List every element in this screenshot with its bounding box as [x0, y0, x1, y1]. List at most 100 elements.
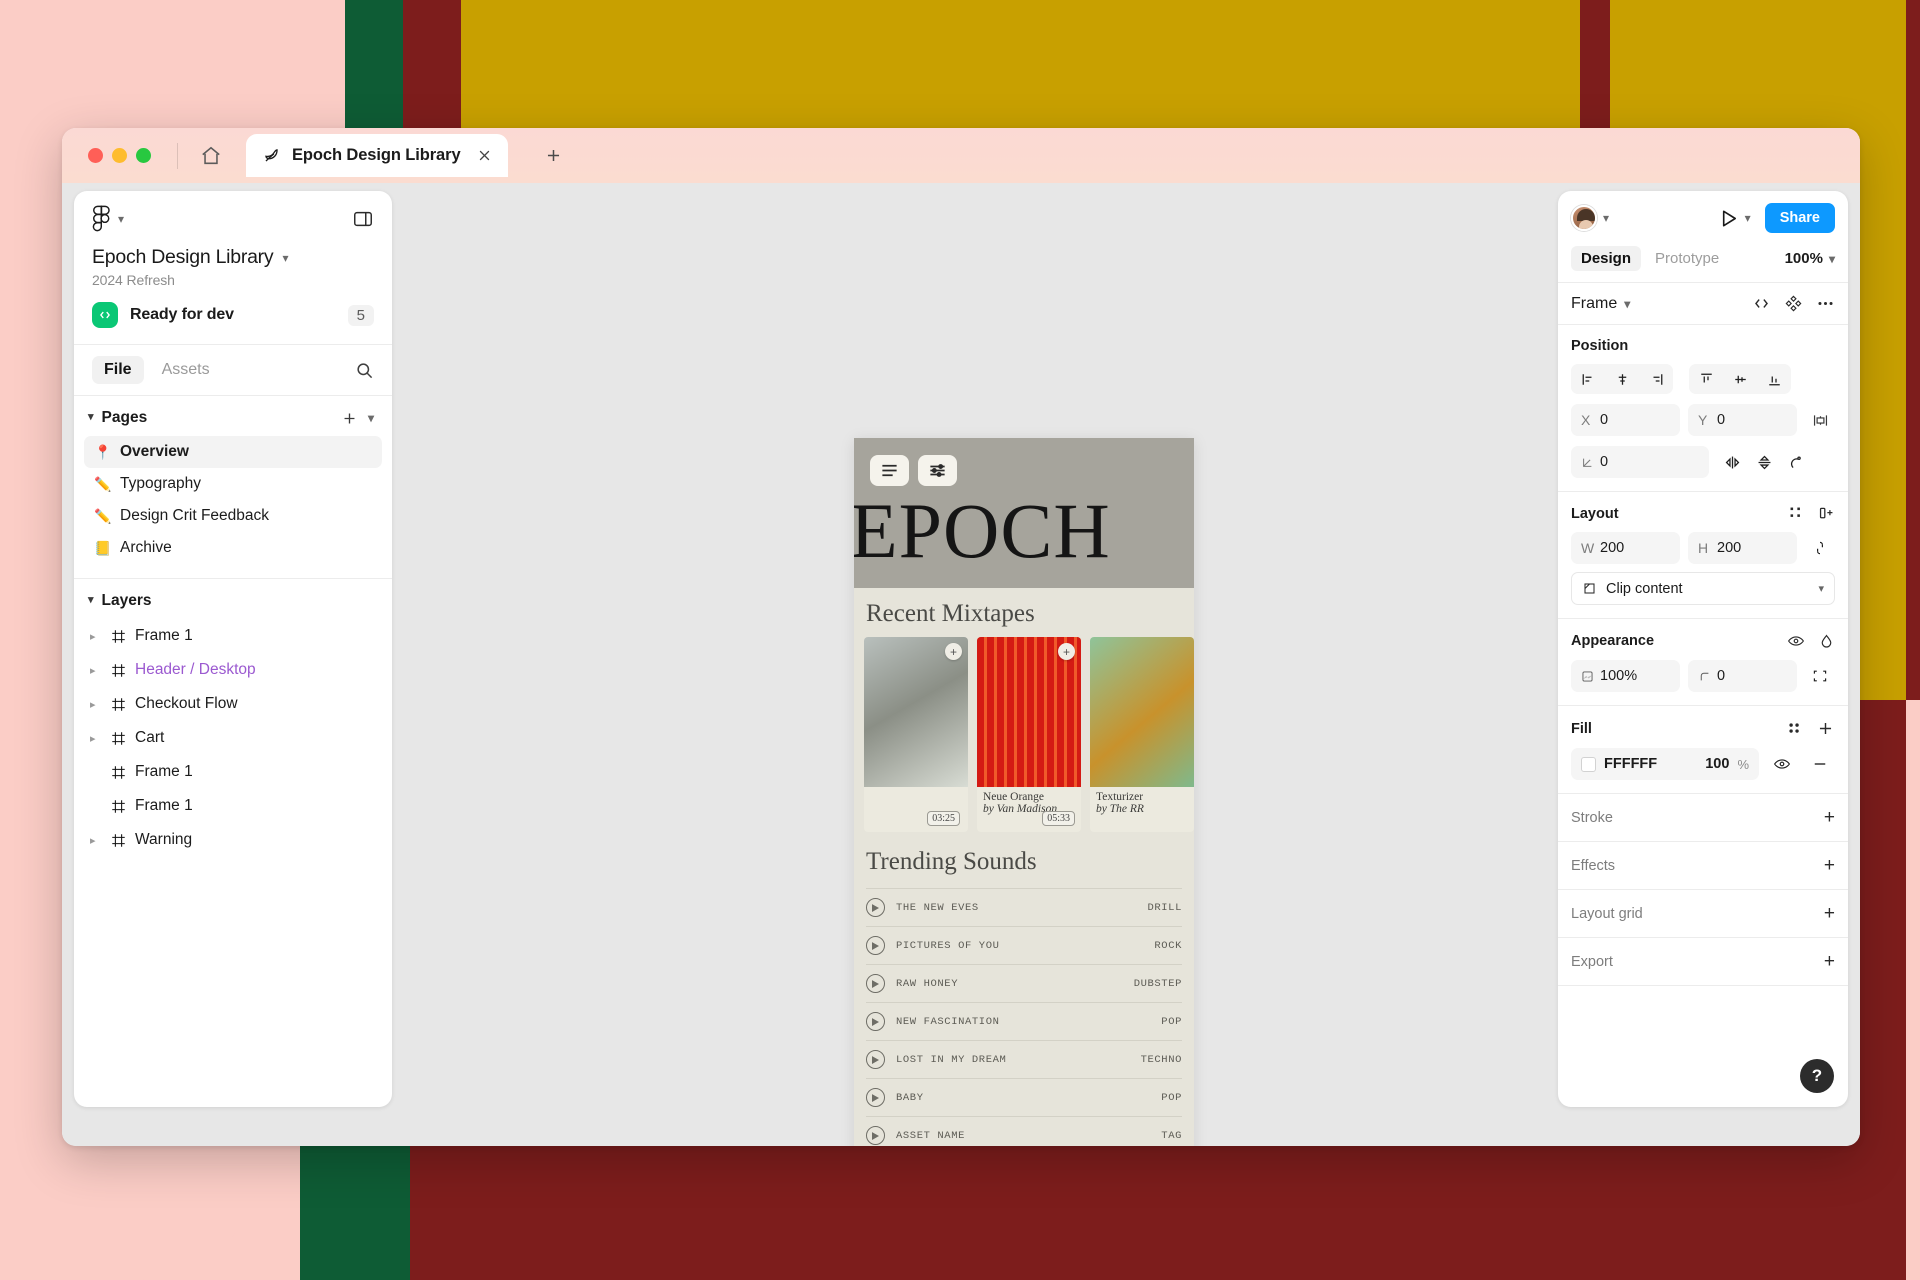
file-name-row[interactable]: Epoch Design Library ▾ [92, 246, 374, 269]
plus-icon[interactable]: + [1824, 856, 1835, 875]
more-icon[interactable] [1816, 294, 1835, 313]
play-icon[interactable] [866, 1126, 885, 1145]
align-middle-v-icon[interactable] [1723, 364, 1757, 394]
page-item-design-crit-feedback[interactable]: ✏️ Design Crit Feedback [84, 500, 382, 532]
panel-toggle-icon[interactable] [352, 208, 374, 230]
tab-prototype[interactable]: Prototype [1645, 246, 1729, 271]
align-top-icon[interactable] [1689, 364, 1723, 394]
search-icon[interactable] [355, 361, 374, 380]
play-icon[interactable] [866, 936, 885, 955]
play-icon[interactable] [866, 1088, 885, 1107]
maximize-window-button[interactable] [136, 148, 151, 163]
layer-row[interactable]: ▸ Header / Desktop [82, 653, 384, 687]
width-field[interactable]: W 200 [1571, 532, 1680, 564]
play-icon[interactable] [866, 898, 885, 917]
play-icon[interactable] [866, 1050, 885, 1069]
stroke-section[interactable]: Stroke + [1558, 794, 1848, 841]
layer-row[interactable]: ▸ Warning [82, 823, 384, 857]
corner-radius-field[interactable]: 0 [1688, 660, 1797, 692]
page-item-typography[interactable]: ✏️ Typography [84, 468, 382, 500]
lock-ratio-icon[interactable] [1805, 533, 1835, 563]
plus-icon[interactable]: + [1824, 808, 1835, 827]
chevron-down-icon[interactable]: ▾ [1624, 298, 1630, 310]
x-position-field[interactable]: X 0 [1571, 404, 1680, 436]
layer-row[interactable]: Frame 1 [82, 755, 384, 789]
plus-icon[interactable]: + [1058, 643, 1075, 660]
layers-section-header[interactable]: ▾ Layers [74, 579, 392, 619]
eye-icon[interactable] [1787, 632, 1805, 650]
chevron-down-icon[interactable]: ▾ [1745, 212, 1751, 224]
minimize-window-button[interactable] [112, 148, 127, 163]
plus-icon[interactable] [536, 139, 570, 173]
avatar[interactable] [1571, 205, 1597, 231]
track-row[interactable]: PICTURES OF YOU ROCK [866, 926, 1182, 964]
distribute-icon[interactable] [1805, 405, 1835, 435]
independent-corners-icon[interactable] [1805, 661, 1835, 691]
layout-grid-section[interactable]: Layout grid + [1558, 890, 1848, 937]
layer-row[interactable]: Frame 1 [82, 789, 384, 823]
flip-vertical-icon[interactable] [1749, 447, 1779, 477]
plus-icon[interactable]: + [1824, 952, 1835, 971]
help-button[interactable]: ? [1800, 1059, 1834, 1093]
canvas[interactable]: EPOCH Recent Mixtapes + 03:25 + Neue Ora… [402, 183, 1745, 1146]
flip-horizontal-icon[interactable] [1717, 447, 1747, 477]
chevron-right-icon[interactable]: ▸ [90, 834, 102, 847]
chevron-right-icon[interactable]: ▸ [90, 698, 102, 711]
minus-icon[interactable] [1805, 749, 1835, 779]
present-button[interactable]: ▾ [1717, 207, 1751, 230]
figma-logo-icon[interactable]: ▾ [92, 205, 124, 232]
track-row[interactable]: BABY POP [866, 1078, 1182, 1116]
zoom-control[interactable]: 100% ▾ [1785, 250, 1835, 267]
chevron-right-icon[interactable]: ▸ [90, 630, 102, 643]
layer-row[interactable]: ▸ Frame 1 [82, 619, 384, 653]
mixtape-card[interactable]: + 03:25 [864, 637, 968, 832]
mixtape-card[interactable]: Texturizer by The RR [1090, 637, 1194, 832]
window-controls[interactable] [80, 128, 163, 183]
opacity-field[interactable]: 100% [1571, 660, 1680, 692]
auto-layout-grid-icon[interactable] [1788, 505, 1805, 522]
rotation-field[interactable]: 0 [1571, 446, 1709, 478]
mixtape-card[interactable]: + Neue Orange by Van Madison 05:33 [977, 637, 1081, 832]
track-row[interactable]: THE NEW EVES DRILL [866, 888, 1182, 926]
pages-section-header[interactable]: ▾ Pages ▾ [74, 396, 392, 436]
code-icon[interactable] [1752, 294, 1771, 313]
align-center-h-icon[interactable] [1605, 364, 1639, 394]
align-right-icon[interactable] [1639, 364, 1673, 394]
track-row[interactable]: NEW FASCINATION POP [866, 1002, 1182, 1040]
plus-icon[interactable]: + [1824, 904, 1835, 923]
share-button[interactable]: Share [1764, 203, 1835, 233]
close-icon[interactable] [473, 145, 495, 167]
align-left-icon[interactable] [1571, 364, 1605, 394]
layer-row[interactable]: ▸ Cart [82, 721, 384, 755]
add-auto-layout-icon[interactable] [1818, 505, 1835, 522]
y-position-field[interactable]: Y 0 [1688, 404, 1797, 436]
tab-assets[interactable]: Assets [150, 356, 222, 384]
export-section[interactable]: Export + [1558, 938, 1848, 985]
clip-content-select[interactable]: Clip content ▾ [1571, 572, 1835, 605]
track-row[interactable]: ASSET NAME TAG [866, 1116, 1182, 1146]
tab-file[interactable]: File [92, 356, 144, 384]
height-field[interactable]: H 200 [1688, 532, 1797, 564]
chevron-down-icon[interactable]: ▾ [1603, 212, 1609, 224]
corner-radius-icon[interactable] [1781, 447, 1811, 477]
blend-mode-icon[interactable] [1818, 633, 1835, 650]
chevron-right-icon[interactable]: ▸ [90, 732, 102, 745]
tab-design[interactable]: Design [1571, 246, 1642, 271]
color-swatch[interactable] [1581, 756, 1596, 772]
track-row[interactable]: RAW HONEY DUBSTEP [866, 964, 1182, 1002]
page-item-archive[interactable]: 📒 Archive [84, 532, 382, 564]
play-icon[interactable] [866, 974, 885, 993]
align-bottom-icon[interactable] [1757, 364, 1791, 394]
browser-tab[interactable]: Epoch Design Library [246, 134, 508, 177]
track-row[interactable]: LOST IN MY DREAM TECHNO [866, 1040, 1182, 1078]
ready-for-dev-row[interactable]: Ready for dev 5 [74, 288, 392, 344]
component-icon[interactable] [1784, 294, 1803, 313]
page-item-overview[interactable]: 📍 Overview [84, 436, 382, 468]
play-icon[interactable] [866, 1012, 885, 1031]
chevron-right-icon[interactable]: ▸ [90, 664, 102, 677]
fill-color-field[interactable]: FFFFFF 100 % [1571, 748, 1759, 780]
artboard-frame[interactable]: EPOCH Recent Mixtapes + 03:25 + Neue Ora… [854, 438, 1194, 1146]
close-window-button[interactable] [88, 148, 103, 163]
layer-row[interactable]: ▸ Checkout Flow [82, 687, 384, 721]
styles-icon[interactable] [1786, 720, 1803, 737]
